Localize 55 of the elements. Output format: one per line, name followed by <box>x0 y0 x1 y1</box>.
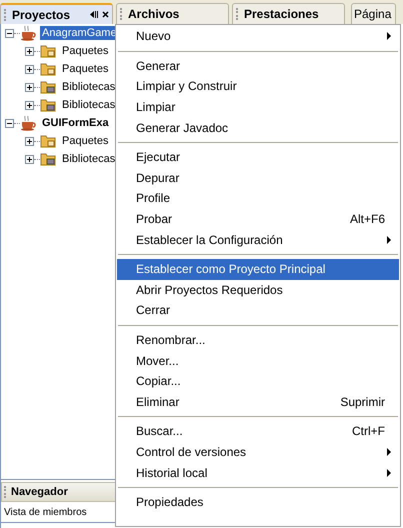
menu-item[interactable]: Ejecutar <box>117 146 399 168</box>
menu-item[interactable]: Abrir Proyectos Requeridos <box>117 280 399 300</box>
menu-item[interactable]: Probar Alt+F6 <box>117 208 399 230</box>
tree-item[interactable]: Bibliotecas <box>60 98 116 112</box>
coffee-cup-icon <box>20 25 36 41</box>
collapse-icon[interactable] <box>5 118 14 128</box>
panel-tab[interactable]: Proyectos <box>0 3 113 24</box>
tree-item[interactable]: AnagramGame <box>40 26 116 40</box>
tree-item[interactable]: Paquetes <box>60 44 110 58</box>
expand-icon[interactable] <box>25 154 34 164</box>
menu-item[interactable]: Limpiar y Construir <box>117 76 399 97</box>
expand-icon[interactable] <box>25 136 34 146</box>
expand-icon[interactable] <box>25 82 34 92</box>
tree-item[interactable]: GUIFormExa <box>40 116 111 130</box>
folder-icon <box>40 133 56 149</box>
menu-item[interactable]: Historial local <box>117 462 399 483</box>
shortcut-label: Ctrl+F <box>352 424 385 438</box>
shortcut-label: Suprimir <box>340 394 385 409</box>
collapse-icon[interactable] <box>5 28 14 38</box>
menu-item[interactable]: Generar Javadoc <box>117 117 399 138</box>
folder-icon <box>40 61 56 77</box>
menu-item[interactable]: Cerrar <box>117 300 399 321</box>
expand-icon[interactable] <box>25 100 34 110</box>
menu-item[interactable]: Nuevo <box>117 26 399 47</box>
minimize-icon[interactable] <box>90 10 98 19</box>
tree-item[interactable]: Bibliotecas <box>60 80 116 94</box>
panel-title: Navegador <box>11 486 68 498</box>
panel-tab[interactable]: Prestaciones <box>232 3 345 24</box>
tree-item[interactable]: Bibliotecas <box>60 152 116 166</box>
coffee-cup-icon <box>20 115 36 131</box>
menu-item[interactable]: Propiedades <box>117 492 399 512</box>
menu-item[interactable]: Renombrar... <box>117 330 399 350</box>
panel-tab[interactable]: Archivos <box>116 3 229 24</box>
shortcut-label: Alt+F6 <box>350 212 385 226</box>
menu-item[interactable]: Mover... <box>117 350 399 371</box>
menu-item[interactable]: Depurar <box>117 168 399 188</box>
menu-item[interactable]: Copiar... <box>117 370 399 392</box>
tree-item[interactable]: Paquetes <box>60 62 110 76</box>
expand-icon[interactable] <box>25 64 34 74</box>
folder-icon <box>40 97 56 113</box>
menu-item[interactable]: Limpiar <box>117 96 399 118</box>
folder-icon <box>40 151 56 167</box>
menu-item[interactable]: Buscar... Ctrl+F <box>117 421 399 442</box>
folder-icon <box>40 43 56 59</box>
menu-item[interactable]: Profile <box>117 188 399 209</box>
close-icon[interactable] <box>102 11 109 18</box>
menu-item[interactable]: Establecer como Proyecto Principal <box>117 258 399 280</box>
panel-tab[interactable]: Página <box>351 3 396 24</box>
tree-item[interactable]: Paquetes <box>60 134 110 148</box>
expand-icon[interactable] <box>25 46 34 56</box>
menu-item[interactable]: Generar <box>117 56 399 76</box>
folder-icon <box>40 79 56 95</box>
menu-item[interactable]: Eliminar Suprimir <box>117 392 399 412</box>
menu-item[interactable]: Establecer la Configuración <box>117 229 399 250</box>
menu-item[interactable]: Control de versiones <box>117 442 399 462</box>
